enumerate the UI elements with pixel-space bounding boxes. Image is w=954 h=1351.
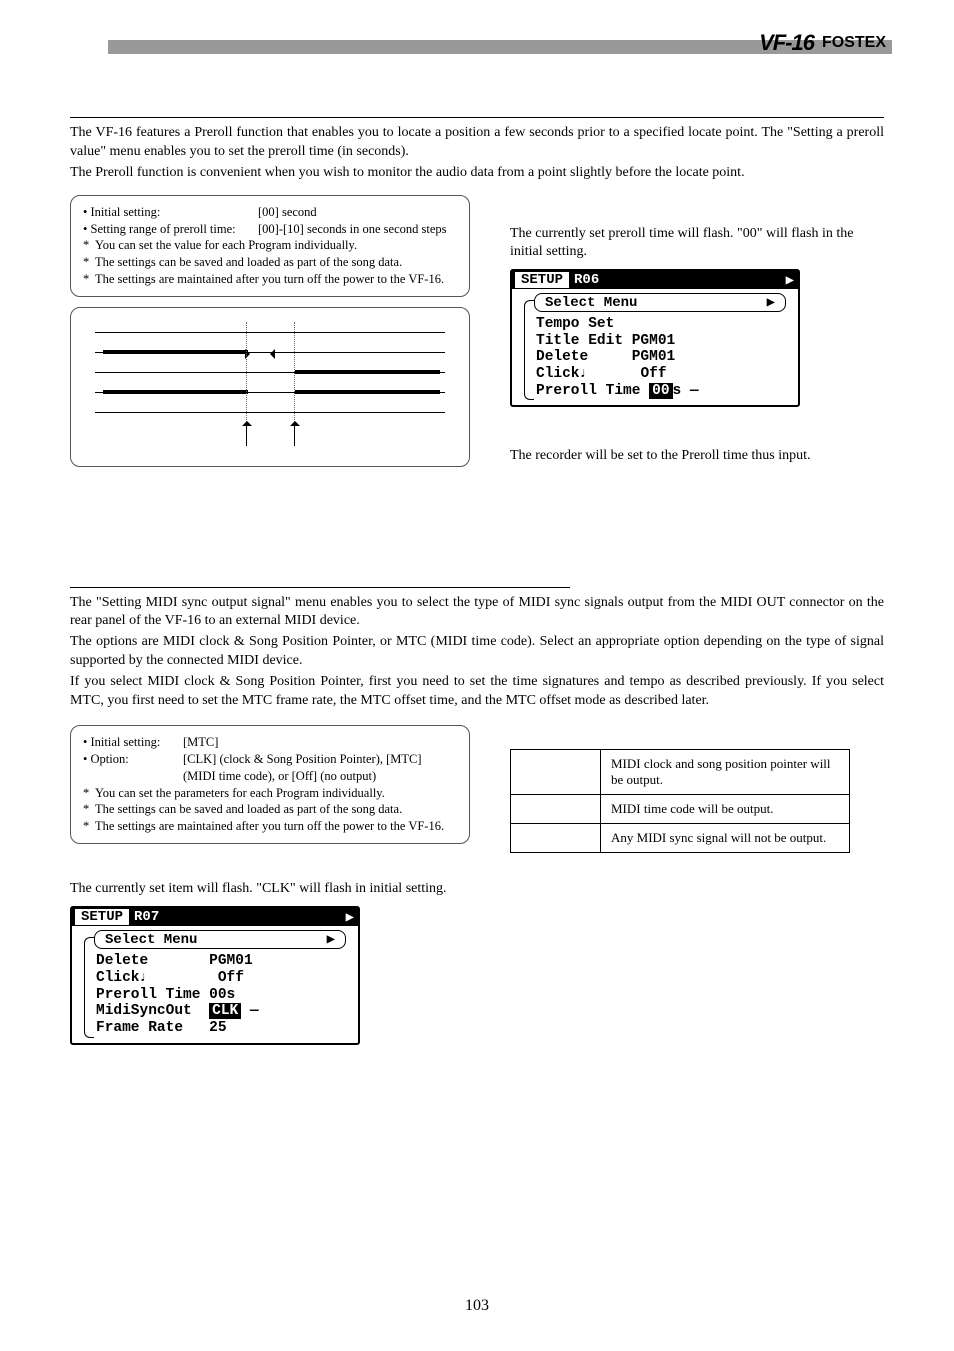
note: The settings can be saved and loaded as … [95,801,402,818]
preroll-intro-2: The Preroll function is convenient when … [70,164,884,183]
note: You can set the value for each Program i… [95,237,357,254]
company-name: FOSTEX [822,34,886,52]
table-cell: MIDI time code will be output. [601,794,850,823]
midisync-flash-text: The currently set item will flash. "CLK"… [70,880,470,898]
table-row: MIDI clock and song position pointer wil… [511,749,850,794]
table-row: MIDI time code will be output. [511,794,850,823]
section-title-preroll [70,100,884,118]
lcd-tab: R07 [130,909,163,925]
label: • Setting range of preroll time: [83,221,258,238]
midisync-intro-1: The "Setting MIDI sync output signal" me… [70,594,884,632]
brand-logo: VF-16 FOSTEX [759,30,886,56]
preroll-result-text: The recorder will be set to the Preroll … [510,447,884,465]
page-number: 103 [0,1297,954,1315]
label: • Initial setting: [83,734,183,751]
midisync-intro-3: If you select MIDI clock & Song Position… [70,673,884,711]
preroll-right-column: The currently set preroll time will flas… [510,195,884,470]
lcd-select-menu: Select Menu▶ [534,293,786,312]
tab-arrow-icon: ▶ [346,909,354,926]
table-cell: Any MIDI sync signal will not be output. [601,823,850,852]
midisync-intro-2: The options are MIDI clock & Song Positi… [70,633,884,671]
lcd-menu-body: Delete PGM01 Click♩ Off Preroll Time 00s… [72,951,358,1042]
table-row: Any MIDI sync signal will not be output. [511,823,850,852]
preroll-intro-1: The VF-16 features a Preroll function th… [70,124,884,162]
note: The settings are maintained after you tu… [95,818,444,835]
value: [00] second [258,204,317,221]
label: • Option: [83,751,183,785]
preroll-diagram [70,307,470,467]
preroll-left-column: • Initial setting: [00] second • Setting… [70,195,470,470]
value: [00]-[10] seconds in one second steps [258,221,447,238]
midisync-left-column: • Initial setting: [MTC] • Option: [CLK]… [70,725,470,1045]
section-title-midisync [70,570,570,588]
page-content: The VF-16 features a Preroll function th… [70,100,884,1045]
midisync-right-column: MIDI clock and song position pointer wil… [510,725,884,1045]
tab-arrow-icon: ▶ [786,272,794,289]
lcd-select-menu: Select Menu▶ [94,930,346,949]
midisync-settings-box: • Initial setting: [MTC] • Option: [CLK]… [70,725,470,844]
note: The settings are maintained after you tu… [95,271,444,288]
lcd-menu-body: Tempo Set Title Edit PGM01 Delete PGM01 … [512,314,798,405]
lcd-tab: SETUP [514,271,570,289]
midi-options-table: MIDI clock and song position pointer wil… [510,749,850,853]
lcd-screen-midisync: SETUP R07 ▶ Select Menu▶ Delete PGM01 Cl… [70,906,360,1044]
value: [MTC] [183,734,218,751]
preroll-settings-box: • Initial setting: [00] second • Setting… [70,195,470,297]
table-cell: MIDI clock and song position pointer wil… [601,749,850,794]
preroll-flash-text: The currently set preroll time will flas… [510,225,884,261]
note: The settings can be saved and loaded as … [95,254,402,271]
note: You can set the parameters for each Prog… [95,785,385,802]
model-name: VF-16 [759,30,814,56]
value: [CLK] (clock & Song Position Pointer), [… [183,751,457,785]
lcd-screen-preroll: SETUP R06 ▶ Select Menu▶ Tempo Set Title… [510,269,800,407]
label: • Initial setting: [83,204,258,221]
lcd-tab: SETUP [74,908,130,926]
lcd-tab: R06 [570,272,603,288]
